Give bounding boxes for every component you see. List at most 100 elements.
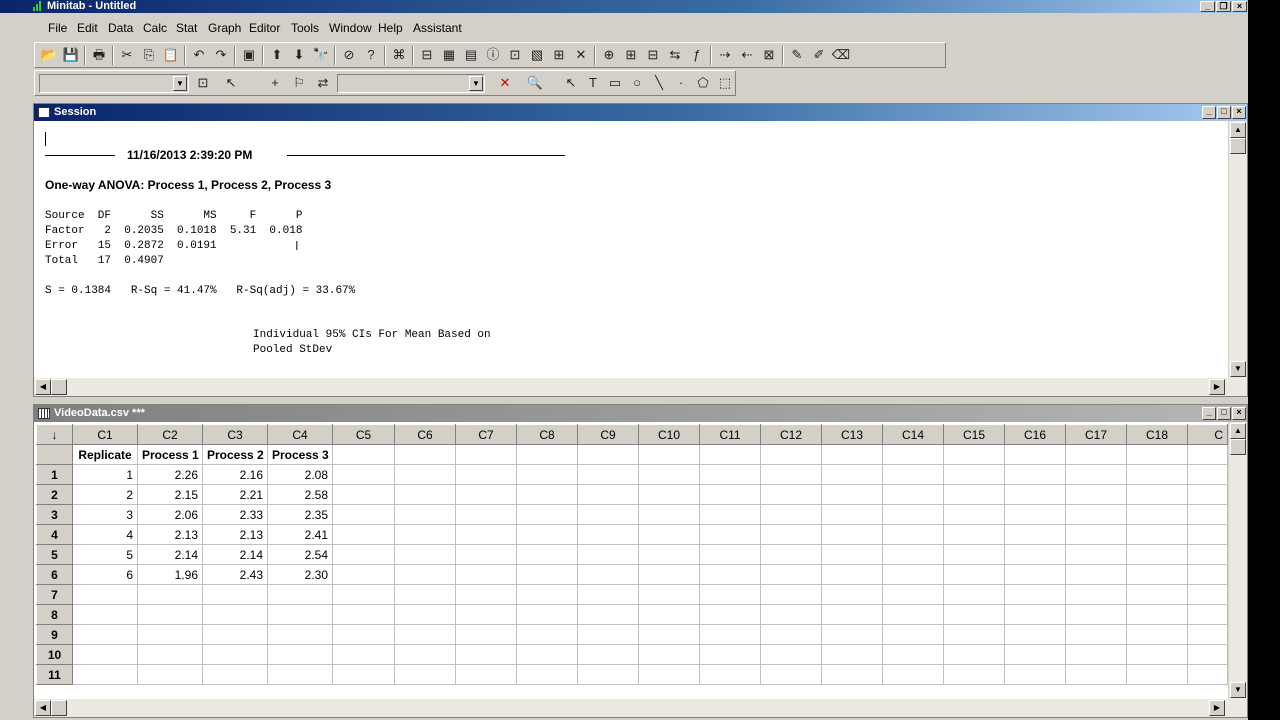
data-cell[interactable] (267, 624, 333, 645)
data-cell[interactable]: 1 (72, 464, 138, 485)
data-cell[interactable]: 2.13 (202, 524, 268, 545)
data-cell[interactable] (638, 464, 700, 485)
column-name-cell[interactable]: Process 2 (202, 444, 268, 465)
data-cell[interactable] (821, 524, 883, 545)
data-cell[interactable] (1126, 544, 1188, 565)
paste-icon[interactable]: 📋 (161, 46, 181, 64)
scroll-down-icon[interactable]: ▼ (1230, 361, 1246, 377)
data-cell[interactable] (821, 644, 883, 665)
data-cell[interactable] (267, 644, 333, 665)
menu-edit[interactable]: Edit (77, 21, 98, 35)
column-name-cell[interactable] (394, 444, 456, 465)
data-cell[interactable] (760, 464, 822, 485)
brush-icon[interactable]: ⊡ (193, 74, 213, 92)
data-cell[interactable] (760, 504, 822, 525)
delete-rows-icon[interactable]: ⇠ (737, 46, 757, 64)
data-cell[interactable] (1126, 564, 1188, 585)
scroll-up-icon[interactable]: ▲ (1230, 122, 1246, 138)
data-cell[interactable] (332, 464, 395, 485)
redo-icon[interactable]: ↷ (211, 46, 231, 64)
insert-rows-icon[interactable]: ⊞ (621, 46, 641, 64)
data-cell[interactable] (821, 624, 883, 645)
data-cell[interactable] (577, 624, 639, 645)
scroll-thumb[interactable] (1230, 439, 1246, 455)
data-cell[interactable] (1065, 584, 1127, 605)
row-number[interactable]: 7 (36, 584, 73, 605)
data-cell[interactable] (455, 524, 517, 545)
data-cell[interactable] (72, 604, 138, 625)
data-cell[interactable] (516, 504, 578, 525)
data-cell[interactable] (202, 604, 268, 625)
menu-window[interactable]: Window (329, 21, 372, 35)
data-cell[interactable] (516, 564, 578, 585)
data-cell[interactable] (943, 604, 1005, 625)
scroll-up-icon[interactable]: ▲ (1230, 423, 1246, 439)
session-close-button[interactable]: × (1232, 106, 1246, 119)
scroll-thumb[interactable] (1230, 138, 1246, 154)
data-cell[interactable] (455, 644, 517, 665)
menu-data[interactable]: Data (108, 21, 133, 35)
column-header[interactable]: C13 (821, 424, 883, 445)
data-cell[interactable] (332, 664, 395, 685)
data-cell[interactable] (760, 564, 822, 585)
pointer-icon[interactable]: ↖ (561, 74, 581, 92)
column-header[interactable]: C17 (1065, 424, 1127, 445)
data-cell[interactable] (1187, 544, 1228, 565)
menu-editor[interactable]: Editor (249, 21, 280, 35)
data-cell[interactable] (1004, 504, 1066, 525)
data-cell[interactable] (394, 464, 456, 485)
data-cell[interactable]: 2.16 (202, 464, 268, 485)
data-cell[interactable] (1065, 484, 1127, 505)
data-cell[interactable] (455, 484, 517, 505)
line-icon[interactable]: ╲ (649, 74, 669, 92)
column-header[interactable]: C3 (202, 424, 268, 445)
column-header[interactable]: C12 (760, 424, 822, 445)
data-cell[interactable] (1004, 644, 1066, 665)
data-cell[interactable] (394, 584, 456, 605)
data-cell[interactable]: 1.96 (137, 564, 203, 585)
column-name-row-header[interactable] (36, 444, 73, 465)
data-cell[interactable] (1065, 624, 1127, 645)
data-cell[interactable] (72, 584, 138, 605)
data-cell[interactable] (943, 524, 1005, 545)
data-cell[interactable] (1187, 624, 1228, 645)
data-cell[interactable] (516, 664, 578, 685)
delete-icon[interactable]: ✕ (495, 74, 515, 92)
data-cell[interactable] (882, 464, 944, 485)
data-cell[interactable] (699, 524, 761, 545)
data-cell[interactable] (1187, 524, 1228, 545)
row-number[interactable]: 2 (36, 484, 73, 505)
data-cell[interactable] (1126, 524, 1188, 545)
data-cell[interactable] (1004, 664, 1066, 685)
zoom-icon[interactable]: 🔍 (525, 74, 545, 92)
scroll-left-icon[interactable]: ◀ (35, 700, 51, 716)
worksheet-close-button[interactable]: × (1232, 407, 1246, 420)
manage-graphs-icon[interactable]: ✕ (571, 46, 591, 64)
column-name-cell[interactable] (943, 444, 1005, 465)
data-cell[interactable] (821, 504, 883, 525)
column-name-cell[interactable] (1187, 444, 1228, 465)
data-cell[interactable] (332, 484, 395, 505)
data-cell[interactable]: 2.33 (202, 504, 268, 525)
graph-folder-icon[interactable]: ▤ (461, 46, 481, 64)
column-header[interactable]: C15 (943, 424, 1005, 445)
row-number[interactable]: 11 (36, 664, 73, 685)
data-cell[interactable] (882, 644, 944, 665)
data-cell[interactable] (699, 644, 761, 665)
data-cell[interactable] (72, 644, 138, 665)
data-cell[interactable] (577, 644, 639, 665)
column-header[interactable]: C10 (638, 424, 700, 445)
data-cell[interactable] (332, 544, 395, 565)
worksheet-vertical-scrollbar[interactable]: ▲ ▼ (1228, 422, 1247, 699)
data-cell[interactable] (638, 584, 700, 605)
data-cell[interactable] (1065, 544, 1127, 565)
data-cell[interactable] (332, 504, 395, 525)
data-cell[interactable] (1004, 524, 1066, 545)
column-name-cell[interactable] (760, 444, 822, 465)
data-cell[interactable] (1187, 504, 1228, 525)
data-cell[interactable] (1004, 484, 1066, 505)
move-columns-icon[interactable]: ⇆ (665, 46, 685, 64)
data-cell[interactable] (516, 524, 578, 545)
data-cell[interactable] (882, 584, 944, 605)
data-cell[interactable] (516, 644, 578, 665)
